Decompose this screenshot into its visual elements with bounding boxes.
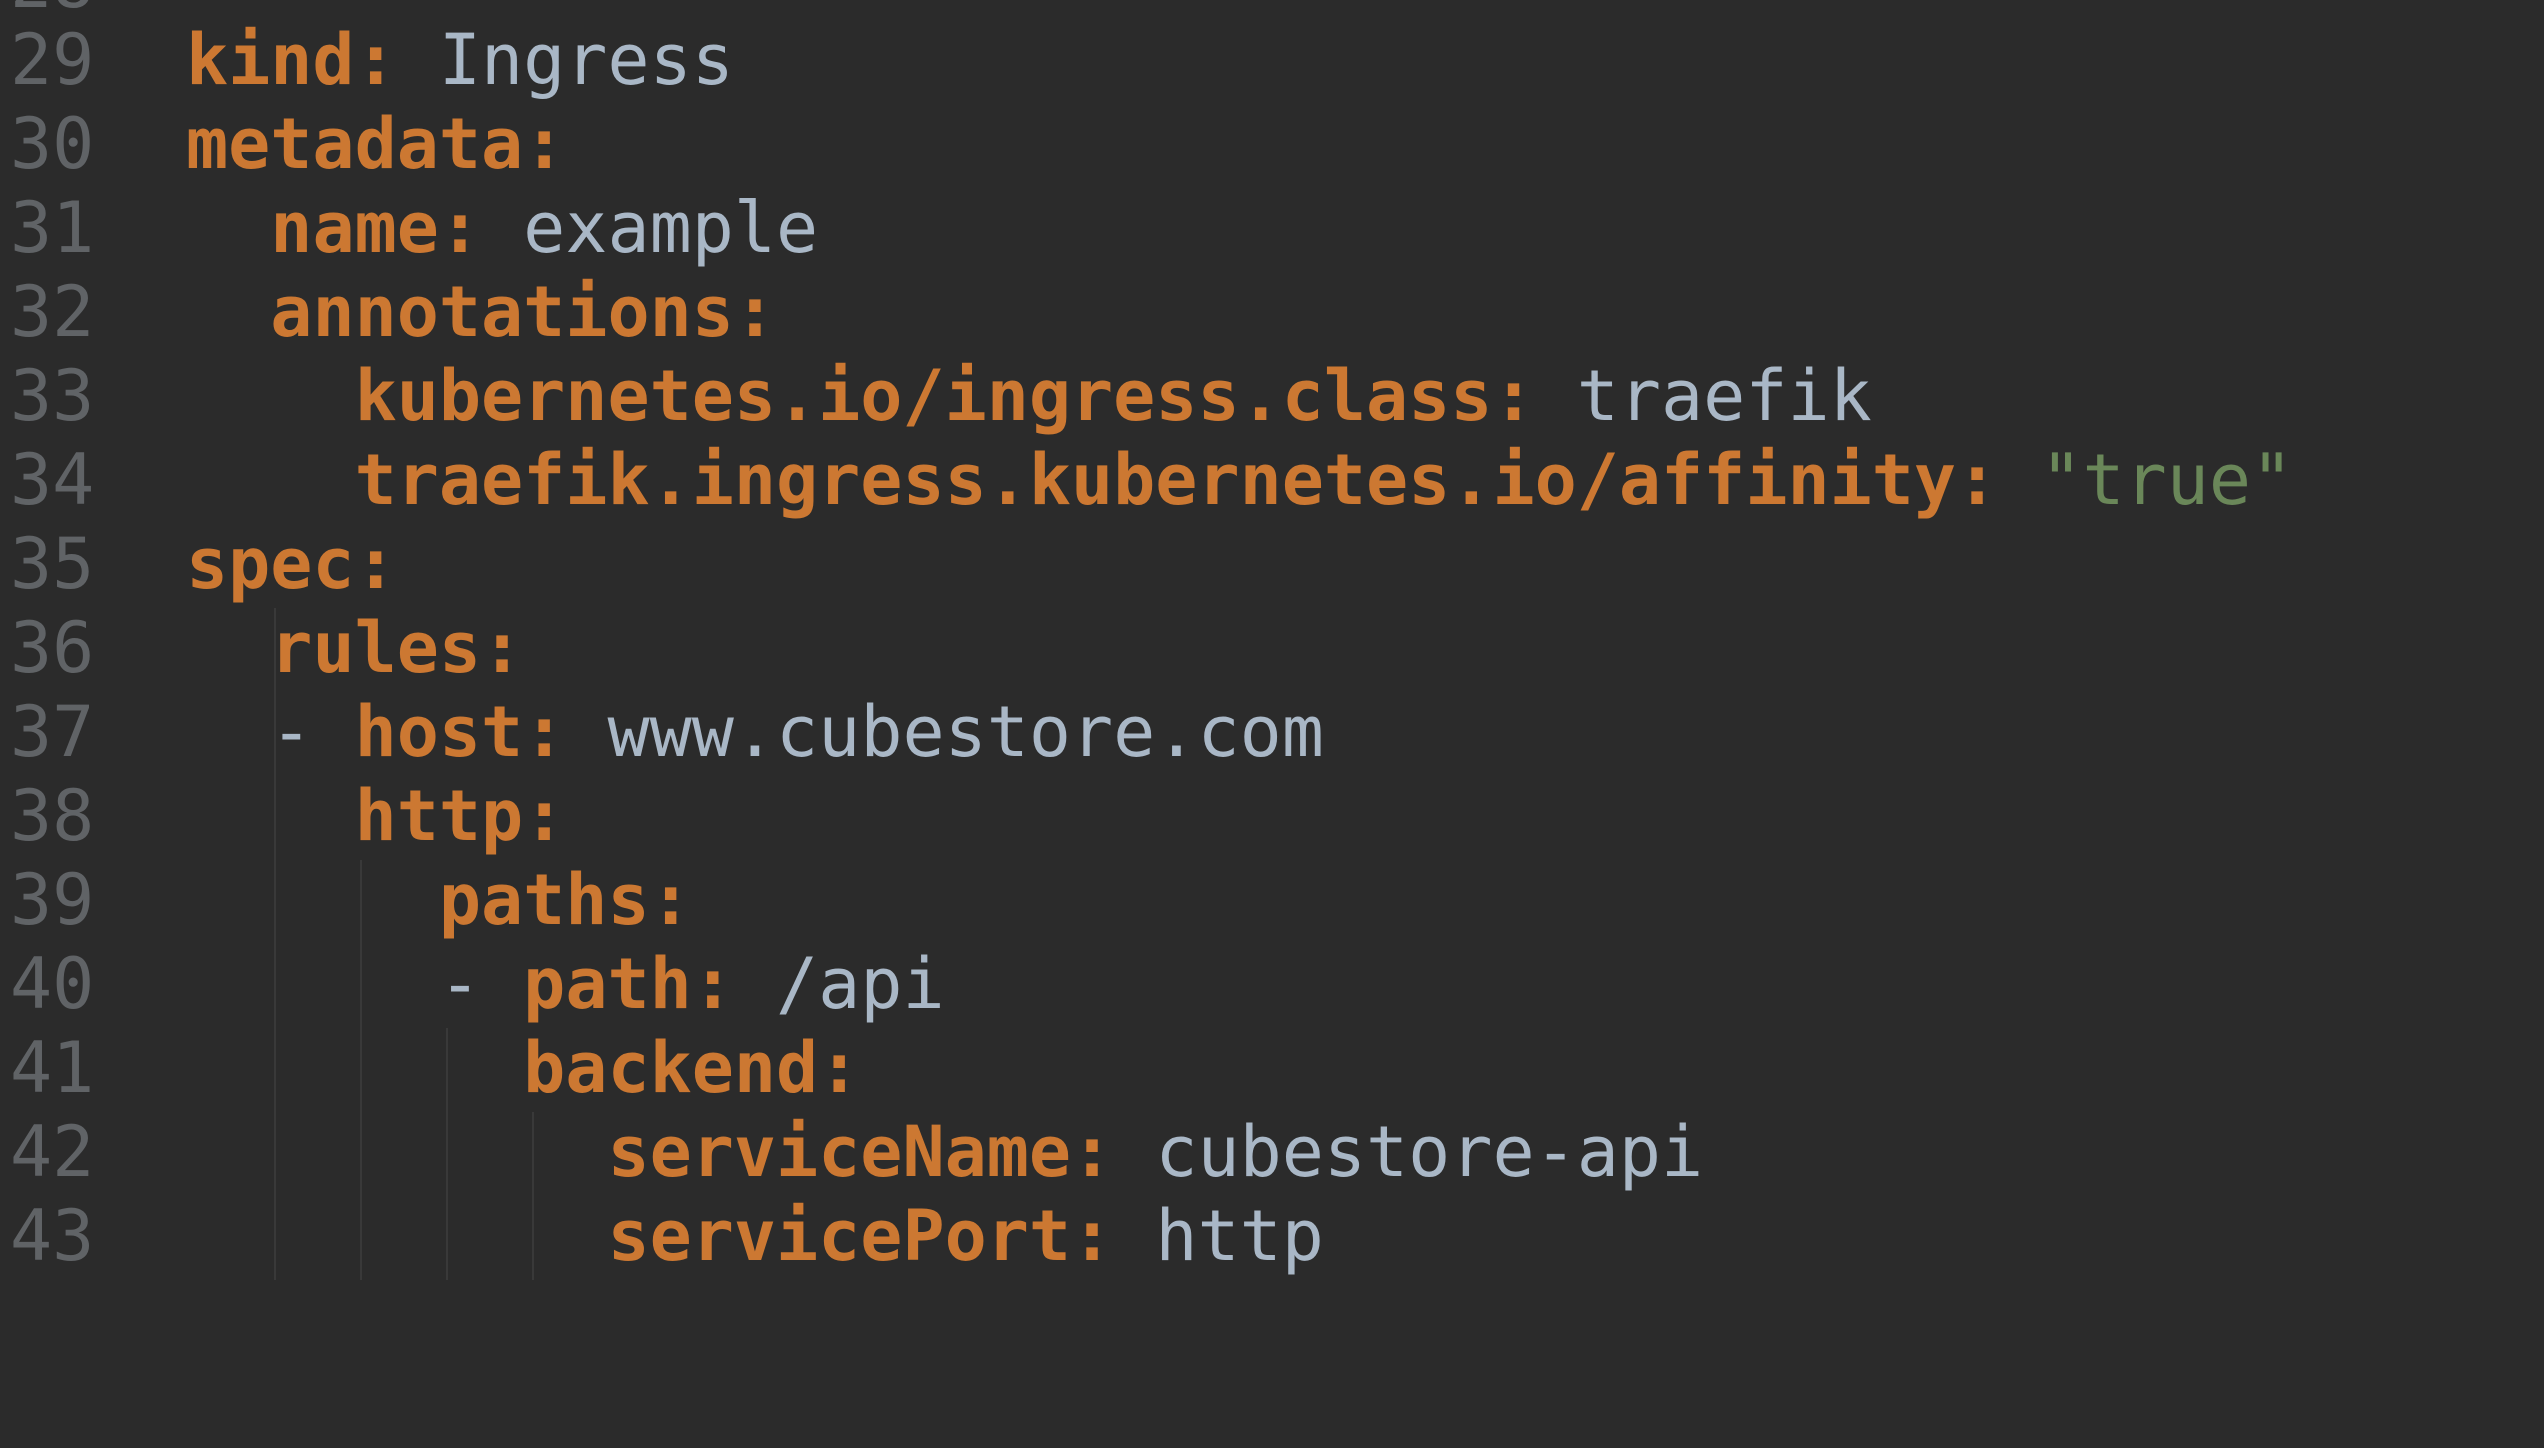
code-text: traefik.ingress.kubernetes.io/affinity: … (186, 438, 2294, 522)
code-text: servicePort: http (186, 1194, 1324, 1278)
yaml-value: cubestore-api (1113, 1111, 1704, 1193)
code-line[interactable]: 31 name: example (0, 186, 2544, 270)
yaml-value (1998, 439, 2040, 521)
line-number: 42 (10, 1111, 95, 1193)
code-line[interactable]: 29 kind: Ingress (0, 18, 2544, 102)
code-text: spec: (186, 522, 397, 606)
code-text: metadata: (186, 102, 565, 186)
code-editor[interactable]: 28 29kind: Ingress30metadata:31 name: ex… (0, 0, 2544, 1448)
line-number: 36 (10, 607, 95, 689)
code-line[interactable]: 30 metadata: (0, 102, 2544, 186)
line-number: 34 (10, 439, 95, 521)
code-line[interactable]: 40 - path: /api (0, 942, 2544, 1026)
yaml-value: www.cubestore.com (565, 691, 1324, 773)
code-text: - path: /api (186, 942, 945, 1026)
line-number: 43 (10, 1195, 95, 1277)
line-number: 40 (10, 943, 95, 1025)
code-text: kubernetes.io/ingress.class: traefik (186, 354, 1872, 438)
yaml-key: spec: (186, 523, 397, 605)
code-text: rules: (186, 606, 523, 690)
line-number: 32 (10, 271, 95, 353)
code-text: paths: (186, 858, 692, 942)
yaml-key: kubernetes.io/ingress.class: (354, 355, 1535, 437)
code-text: serviceName: cubestore-api (186, 1110, 1703, 1194)
yaml-key: http: (354, 775, 566, 857)
code-line[interactable]: 42 serviceName: cubestore-api (0, 1110, 2544, 1194)
code-line[interactable]: 38 http: (0, 774, 2544, 858)
code-line[interactable]: 35 spec: (0, 522, 2544, 606)
code-text: kind: Ingress (186, 18, 734, 102)
line-number: 31 (10, 187, 95, 269)
line-number: 30 (10, 103, 95, 185)
code-text: backend: (186, 1026, 860, 1110)
yaml-value: /api (733, 943, 945, 1025)
yaml-key: path: (523, 943, 734, 1025)
yaml-key: traefik.ingress.kubernetes.io/affinity: (354, 439, 1999, 521)
list-dash: - (438, 943, 524, 1025)
yaml-key: backend: (523, 1027, 861, 1109)
code-line[interactable]: 33 kubernetes.io/ingress.class: traefik (0, 354, 2544, 438)
yaml-key: paths: (438, 859, 692, 941)
code-line[interactable]: 39 paths: (0, 858, 2544, 942)
line-number: 39 (10, 859, 95, 941)
line-number: 33 (10, 355, 95, 437)
yaml-value: Ingress (396, 19, 734, 101)
list-dash: - (270, 691, 355, 773)
code-line[interactable]: 43 servicePort: http (0, 1194, 2544, 1278)
yaml-key: name: (270, 187, 482, 269)
code-line[interactable]: 41 backend: (0, 1026, 2544, 1110)
code-text: http: (186, 774, 566, 858)
yaml-key: rules: (270, 607, 524, 689)
line-number: 37 (10, 691, 95, 773)
line-number: 29 (10, 19, 95, 101)
yaml-value: example (481, 187, 819, 269)
yaml-string: "true" (2040, 439, 2294, 521)
code-text: name: example (186, 186, 818, 270)
code-line[interactable]: 37 - host: www.cubestore.com (0, 690, 2544, 774)
code-text: - host: www.cubestore.com (186, 690, 1324, 774)
yaml-value: traefik (1534, 355, 1872, 437)
line-number: 38 (10, 775, 95, 857)
code-text: annotations: (186, 270, 776, 354)
line-number: 35 (10, 523, 95, 605)
code-line[interactable]: 32 annotations: (0, 270, 2544, 354)
line-number: 41 (10, 1027, 95, 1109)
code-line[interactable]: 34 traefik.ingress.kubernetes.io/affinit… (0, 438, 2544, 522)
yaml-key: host: (354, 691, 566, 773)
yaml-key: metadata: (186, 103, 566, 185)
yaml-key: servicePort: (607, 1195, 1114, 1277)
yaml-value: http (1113, 1195, 1324, 1277)
code-line[interactable]: 36 rules: (0, 606, 2544, 690)
yaml-key: kind: (186, 19, 397, 101)
yaml-key: serviceName: (607, 1111, 1114, 1193)
yaml-key: annotations: (270, 271, 777, 353)
